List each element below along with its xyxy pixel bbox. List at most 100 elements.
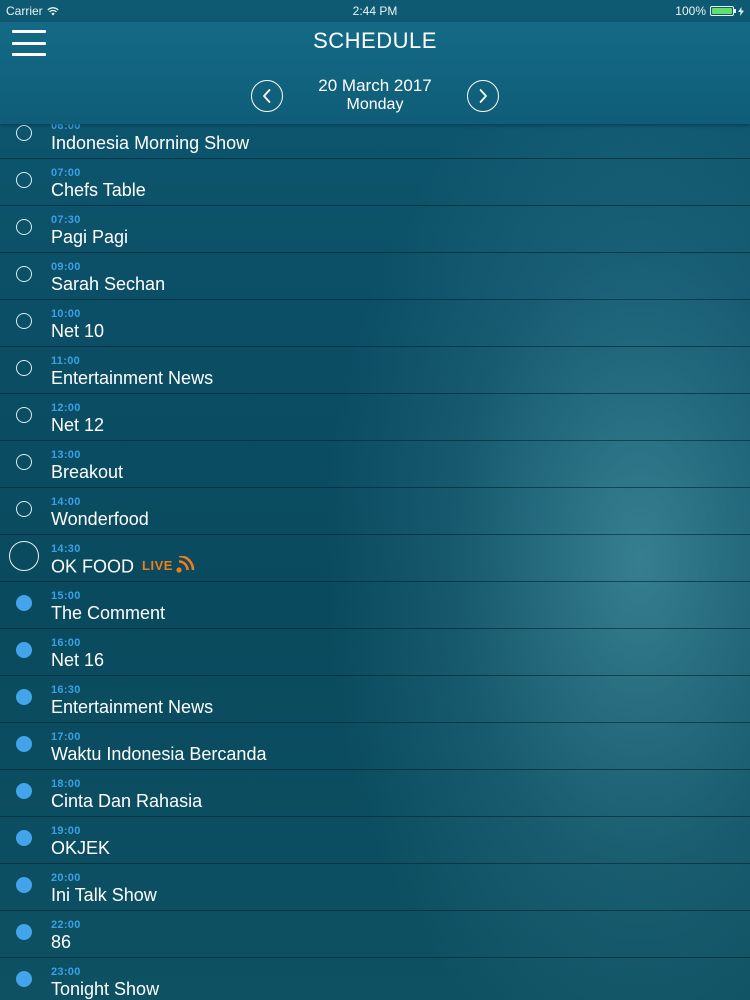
reminder-circle-icon[interactable]	[16, 501, 32, 517]
schedule-row[interactable]: 19:00 OKJEK	[0, 817, 750, 864]
charging-icon	[738, 6, 744, 16]
reminder-circle-icon[interactable]	[16, 407, 32, 423]
program-time: 16:00	[51, 637, 81, 649]
broadcast-icon	[176, 556, 195, 573]
schedule-row[interactable]: 11:00 Entertainment News	[0, 347, 750, 394]
program-title: Pagi Pagi	[51, 227, 129, 247]
battery-icon	[710, 6, 736, 16]
battery-level-fill	[712, 8, 732, 14]
program-title: Entertainment News	[51, 697, 214, 717]
battery-percent: 100%	[675, 4, 706, 18]
program-title: Waktu Indonesia Bercanda	[51, 744, 267, 764]
program-time: 15:00	[51, 590, 81, 602]
program-time: 07:00	[51, 167, 81, 179]
schedule-row[interactable]: 13:00 Breakout	[0, 441, 750, 488]
program-title: Cinta Dan Rahasia	[51, 791, 203, 811]
program-time: 14:30	[51, 543, 81, 555]
program-time: 14:00	[51, 496, 81, 508]
schedule-row[interactable]: 07:00 Chefs Table	[0, 159, 750, 206]
schedule-row[interactable]: 17:00 Waktu Indonesia Bercanda	[0, 723, 750, 770]
reminder-circle-icon[interactable]	[16, 360, 32, 376]
schedule-row[interactable]: 16:30 Entertainment News	[0, 676, 750, 723]
reminder-dot-icon[interactable]	[16, 783, 32, 799]
reminder-dot-icon[interactable]	[16, 595, 32, 611]
program-title: Ini Talk Show	[51, 885, 157, 905]
program-title: Wonderfood	[51, 509, 149, 529]
program-time: 23:00	[51, 966, 81, 978]
schedule-row[interactable]: 07:30 Pagi Pagi	[0, 206, 750, 253]
program-title-container: Entertainment News	[51, 368, 213, 389]
program-title: Indonesia Morning Show	[51, 133, 250, 153]
program-title: Net 10	[51, 321, 105, 341]
schedule-row[interactable]: 09:00 Sarah Sechan	[0, 253, 750, 300]
program-title-container: Net 16	[51, 650, 104, 671]
reminder-circle-icon[interactable]	[16, 266, 32, 282]
program-time: 10:00	[51, 308, 81, 320]
reminder-dot-icon[interactable]	[16, 642, 32, 658]
reminder-circle-icon[interactable]	[16, 313, 32, 329]
program-time: 06:00	[51, 124, 81, 132]
program-title: The Comment	[51, 603, 166, 623]
program-time: 17:00	[51, 731, 81, 743]
schedule-row[interactable]: 12:00 Net 12	[0, 394, 750, 441]
program-title-container: Net 10	[51, 321, 104, 342]
status-right: 100%	[675, 4, 744, 18]
schedule-list[interactable]: 06:00 Indonesia Morning Show 07:00 Chefs Ta…	[0, 124, 750, 1000]
reminder-circle-icon[interactable]	[16, 125, 32, 141]
reminder-circle-icon[interactable]	[16, 454, 32, 470]
program-time: 22:00	[51, 919, 81, 931]
program-title-container: Sarah Sechan	[51, 274, 165, 295]
status-left: Carrier	[6, 4, 59, 18]
program-title-container: Waktu Indonesia Bercanda	[51, 744, 266, 765]
program-title-container: Cinta Dan Rahasia	[51, 791, 202, 812]
reminder-circle-icon[interactable]	[16, 172, 32, 188]
program-title: Net 12	[51, 415, 105, 435]
chevron-right-icon	[479, 89, 487, 103]
program-title-container: Entertainment News	[51, 697, 213, 718]
date-navigator: 20 March 2017 Monday	[250, 74, 500, 120]
status-time: 2:44 PM	[352, 4, 398, 18]
schedule-row[interactable]: 18:00 Cinta Dan Rahasia	[0, 770, 750, 817]
program-time: 18:00	[51, 778, 81, 790]
schedule-row[interactable]: 23:00 Tonight Show	[0, 958, 750, 1000]
next-day-button[interactable]	[467, 80, 499, 112]
reminder-dot-icon[interactable]	[16, 877, 32, 893]
schedule-row[interactable]: 06:00 Indonesia Morning Show	[0, 124, 750, 159]
program-title: Breakout	[51, 462, 124, 482]
schedule-row[interactable]: 14:00 Wonderfood	[0, 488, 750, 535]
program-title-container: OK FOOD LIVE	[51, 556, 195, 578]
program-title: Net 16	[51, 650, 105, 670]
program-title-container: The Comment	[51, 603, 165, 624]
program-title-container: Net 12	[51, 415, 104, 436]
schedule-row[interactable]: 22:00 86	[0, 911, 750, 958]
program-title-container: Tonight Show	[51, 979, 159, 1000]
reminder-dot-icon[interactable]	[16, 689, 32, 705]
program-title: OKJEK	[51, 838, 111, 858]
program-title-container: Breakout	[51, 462, 123, 483]
reminder-dot-icon[interactable]	[16, 924, 32, 940]
reminder-dot-icon[interactable]	[16, 830, 32, 846]
previous-day-button[interactable]	[251, 80, 283, 112]
program-title-container: Pagi Pagi	[51, 227, 128, 248]
carrier-label: Carrier	[6, 4, 43, 18]
schedule-row[interactable]: 15:00 The Comment	[0, 582, 750, 629]
schedule-row-live[interactable]: 14:30 OK FOOD LIVE	[0, 535, 750, 582]
program-time: 19:00	[51, 825, 81, 837]
reminder-dot-icon[interactable]	[16, 971, 32, 987]
schedule-row[interactable]: 20:00 Ini Talk Show	[0, 864, 750, 911]
program-title-container: Wonderfood	[51, 509, 149, 530]
schedule-row[interactable]: 16:00 Net 16	[0, 629, 750, 676]
program-time: 12:00	[51, 402, 81, 414]
program-title: Chefs Table	[51, 180, 146, 200]
program-title: 86	[51, 932, 72, 952]
reminder-dot-icon[interactable]	[16, 736, 32, 752]
program-title-container: Indonesia Morning Show	[51, 133, 249, 154]
live-badge: LIVE	[142, 556, 195, 574]
program-title-container: 86	[51, 932, 71, 953]
program-title: OK FOOD	[51, 556, 135, 577]
program-title-container: OKJEK	[51, 838, 110, 859]
live-ring-icon[interactable]	[9, 541, 39, 571]
schedule-row[interactable]: 10:00 Net 10	[0, 300, 750, 347]
live-label: LIVE	[142, 557, 173, 573]
reminder-circle-icon[interactable]	[16, 219, 32, 235]
